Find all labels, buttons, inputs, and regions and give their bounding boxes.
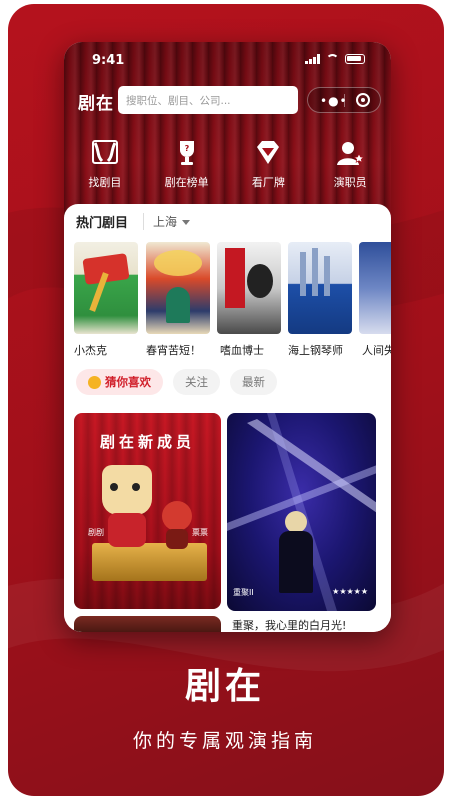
feed-filter-tabs: 猜你喜欢 关注 最新 — [76, 369, 277, 395]
rating-stars: ★★★★★ — [332, 587, 368, 596]
poster-art — [225, 248, 245, 308]
mascot-label: 票票 — [192, 528, 208, 537]
signal-icon — [305, 54, 320, 64]
quick-link-find-shows[interactable]: 找剧目 — [70, 138, 140, 198]
miniprogram-capsule: •●• — [307, 87, 381, 113]
mascot-label: 剧剧 — [88, 528, 104, 537]
performer-body — [279, 531, 313, 593]
promo-title: 剧在 — [184, 666, 265, 707]
feed-card-new-member[interactable]: 剧在新成员 剧剧 票票 — [74, 413, 221, 609]
tab-label: 关注 — [185, 375, 208, 389]
show-title: 嗜血博士 — [220, 344, 264, 357]
close-icon[interactable] — [356, 93, 370, 107]
status-time: 9:41 — [92, 53, 125, 68]
quick-link-label: 看厂牌 — [251, 176, 285, 189]
chevron-down-icon — [182, 220, 191, 225]
quick-link-label: 剧在榜单 — [164, 176, 209, 189]
poster-art — [300, 252, 306, 296]
poster-art — [154, 250, 202, 276]
show-poster[interactable] — [146, 242, 210, 334]
tab-recommended[interactable]: 猜你喜欢 — [76, 369, 163, 395]
phone-screen: 9:41 剧在 搜职位、剧目、公司... •●• 找剧目 ? 剧在榜单 看厂牌 … — [64, 42, 391, 632]
tab-label: 最新 — [242, 375, 265, 389]
trophy-icon: ? — [172, 138, 202, 168]
quick-link-labels[interactable]: 看厂牌 — [233, 138, 303, 198]
search-input[interactable]: 搜职位、剧目、公司... — [118, 86, 298, 114]
wifi-icon — [326, 54, 339, 64]
smile-icon — [88, 375, 101, 389]
show-poster[interactable] — [217, 242, 281, 334]
top-nav: 剧在 搜职位、剧目、公司... •●• — [64, 86, 391, 116]
hot-shows-heading: 热门剧目 — [76, 216, 129, 231]
show-title: 人间失 — [362, 344, 391, 357]
stage-platform — [92, 543, 207, 581]
quick-link-label: 找剧目 — [88, 176, 122, 189]
curtain-icon — [90, 138, 120, 168]
capsule-divider — [344, 94, 345, 107]
feed-card-next[interactable] — [74, 616, 221, 632]
svg-text:?: ? — [184, 144, 189, 153]
poster-art — [324, 256, 330, 296]
mascot-small-head — [162, 501, 192, 531]
mascot-body — [108, 513, 146, 547]
diamond-icon — [253, 138, 283, 168]
show-poster[interactable] — [288, 242, 352, 334]
tab-latest[interactable]: 最新 — [230, 369, 277, 395]
poster-art — [312, 248, 318, 296]
feed-card-concert[interactable]: 重聚II ★★★★★ — [227, 413, 376, 611]
mascot-small-body — [166, 529, 188, 549]
quick-links: 找剧目 ? 剧在榜单 看厂牌 演职员 — [64, 138, 391, 198]
search-placeholder: 搜职位、剧目、公司... — [126, 94, 231, 107]
mascot-head — [102, 465, 152, 515]
tab-following[interactable]: 关注 — [173, 369, 220, 395]
actor-icon — [335, 138, 365, 168]
app-logo: 剧在 — [78, 94, 114, 114]
city-selector[interactable]: 上海 — [143, 213, 191, 230]
show-title: 春宵苦短！ — [146, 344, 201, 357]
tab-label: 猜你喜欢 — [105, 375, 151, 389]
promo-subtitle: 你的专属观演指南 — [132, 730, 317, 752]
mascot-eye — [132, 483, 140, 491]
mascot-eye — [110, 483, 118, 491]
feed-card-caption: 重聚，我心里的白月光! — [232, 619, 347, 632]
city-name: 上海 — [153, 215, 178, 229]
poster-art — [166, 287, 190, 323]
status-bar: 9:41 — [64, 50, 391, 72]
show-poster[interactable] — [359, 242, 391, 334]
show-title: 小杰克 — [74, 344, 107, 357]
quick-link-rankings[interactable]: ? 剧在榜单 — [152, 138, 222, 198]
show-poster[interactable] — [74, 242, 138, 334]
quick-link-cast[interactable]: 演职员 — [315, 138, 385, 198]
hot-shows-carousel[interactable]: 小杰克 春宵苦短！ 嗜血博士 海上钢琴师 人间失 — [74, 242, 391, 362]
watermark-text: 重聚II — [233, 588, 254, 597]
poster-art — [247, 264, 273, 298]
quick-link-label: 演职员 — [333, 176, 367, 189]
content-card: 热门剧目 上海 小杰克 春宵苦短！ 嗜血博士 海上钢琴师 人间失 猜你喜欢 关注… — [64, 204, 391, 632]
battery-icon — [345, 54, 365, 64]
show-title: 海上钢琴师 — [288, 344, 343, 357]
feed-card-title: 剧在新成员 — [99, 433, 195, 451]
performer-head — [285, 511, 307, 533]
